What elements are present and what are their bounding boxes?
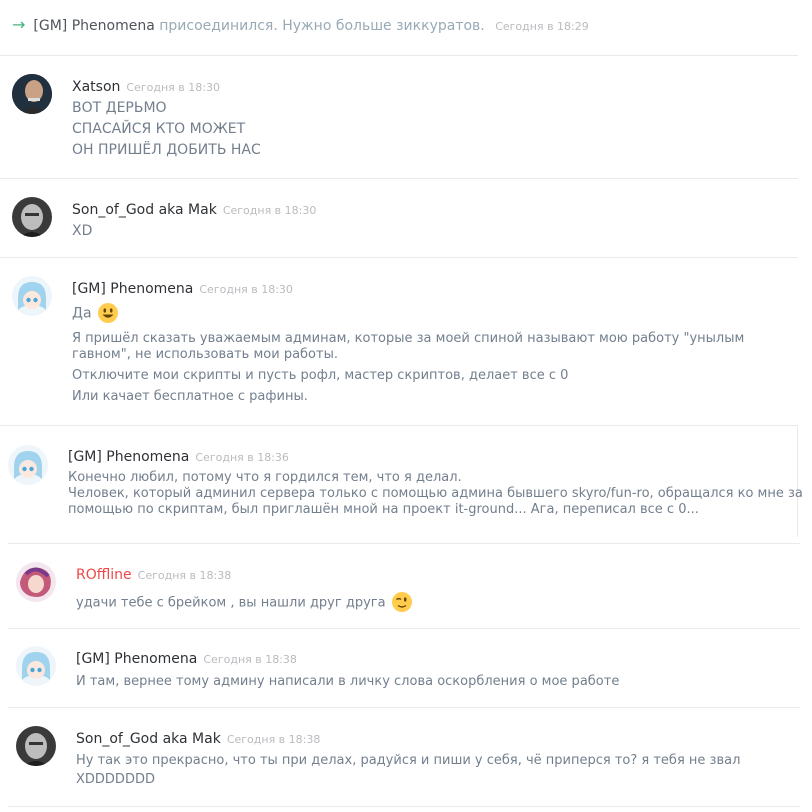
message-line: XD [72,223,93,239]
avatar-phenomena[interactable] [12,276,52,316]
avatar-xatson[interactable] [12,74,52,114]
message-phenomena-1: [GM] Phenomena Сегодня в 18:30 Да Я пришё… [72,278,744,404]
message-phenomena-2: [GM] Phenomena Сегодня в 18:36 Конечно лю… [68,446,803,517]
timestamp: Сегодня в 18:29 [495,20,589,33]
divider [8,806,800,807]
message-line: ОН ПРИШЁЛ ДОБИТЬ НАС [72,142,261,158]
author-name[interactable]: ROffline [76,567,132,583]
avatar-son-of-god[interactable] [12,197,52,237]
message-line: Конечно любил, потому что я гордился тем… [68,470,462,485]
avatar-phenomena[interactable] [8,445,48,485]
divider [8,628,800,629]
timestamp: Сегодня в 18:36 [195,451,289,464]
message-line: удачи тебе с брейком , вы нашли друг дру… [76,595,386,611]
author-name[interactable]: [GM] Phenomena [72,281,193,297]
author-name[interactable]: Son_of_God aka Mak [76,731,221,747]
smile-emoji-icon [97,303,118,323]
author-name[interactable]: Son_of_God aka Mak [72,202,217,218]
divider [8,707,800,708]
message-son-of-god-2: Son_of_God aka Mak Сегодня в 18:38 Ну так… [76,728,740,787]
message-son-of-god: Son_of_God aka Mak Сегодня в 18:30 XD [72,199,316,239]
divider [0,257,798,258]
avatar-son-of-god[interactable] [16,726,56,766]
author-name[interactable]: [GM] Phenomena [68,449,189,465]
message-line: гавном", не использовать мои работы. [72,347,338,362]
avatar-roffline[interactable] [16,562,56,602]
divider [0,178,798,179]
wink-emoji-icon [391,592,412,612]
join-username[interactable]: [GM] Phenomena [33,18,154,34]
timestamp: Сегодня в 18:30 [199,283,293,296]
author-name[interactable]: Xatson [72,79,120,95]
message-phenomena-3: [GM] Phenomena Сегодня в 18:38 И там, вер… [76,648,619,689]
timestamp: Сегодня в 18:38 [226,733,321,746]
message-line: XDDDDDDD [76,772,155,787]
join-text: присоединился. Нужно больше зиккуратов. [159,18,485,34]
avatar-phenomena[interactable] [16,646,56,686]
system-join-message: → [GM] Phenomena присоединился. Нужно бол… [12,15,589,34]
message-line: ВОТ ДЕРЬМО [72,100,167,116]
divider [0,425,798,426]
message-line: Я пришёл сказать уважаемым админам, кото… [72,331,745,346]
message-line: И там, вернее тому админу написали в лич… [76,674,620,689]
message-line: СПАСАЙСЯ КТО МОЖЕТ [72,121,246,137]
message-line: Ну так это прекрасно, что ты при делах, … [76,753,741,768]
divider [0,55,798,56]
message-line: помощью по скриптам, был приглашён мной … [68,502,699,517]
timestamp: Сегодня в 18:38 [203,653,297,666]
author-name[interactable]: [GM] Phenomena [76,651,197,667]
message-roffline: ROffline Сегодня в 18:38 удачи тебе с бре… [76,564,413,613]
timestamp: Сегодня в 18:30 [222,204,317,217]
message-line: Отключите мои скрипты и пусть рофл, маст… [72,368,569,383]
message-line: Или качает бесплатное с рафины. [72,389,308,404]
message-line: Человек, который админил сервера только … [68,486,803,501]
join-arrow-icon: → [12,15,26,34]
timestamp: Сегодня в 18:30 [126,81,220,94]
timestamp: Сегодня в 18:38 [137,569,232,582]
message-xatson: Xatson Сегодня в 18:30 ВОТ ДЕРЬМО СПАСАЙС… [72,76,261,158]
message-line: Да [72,305,92,322]
divider [8,543,800,544]
